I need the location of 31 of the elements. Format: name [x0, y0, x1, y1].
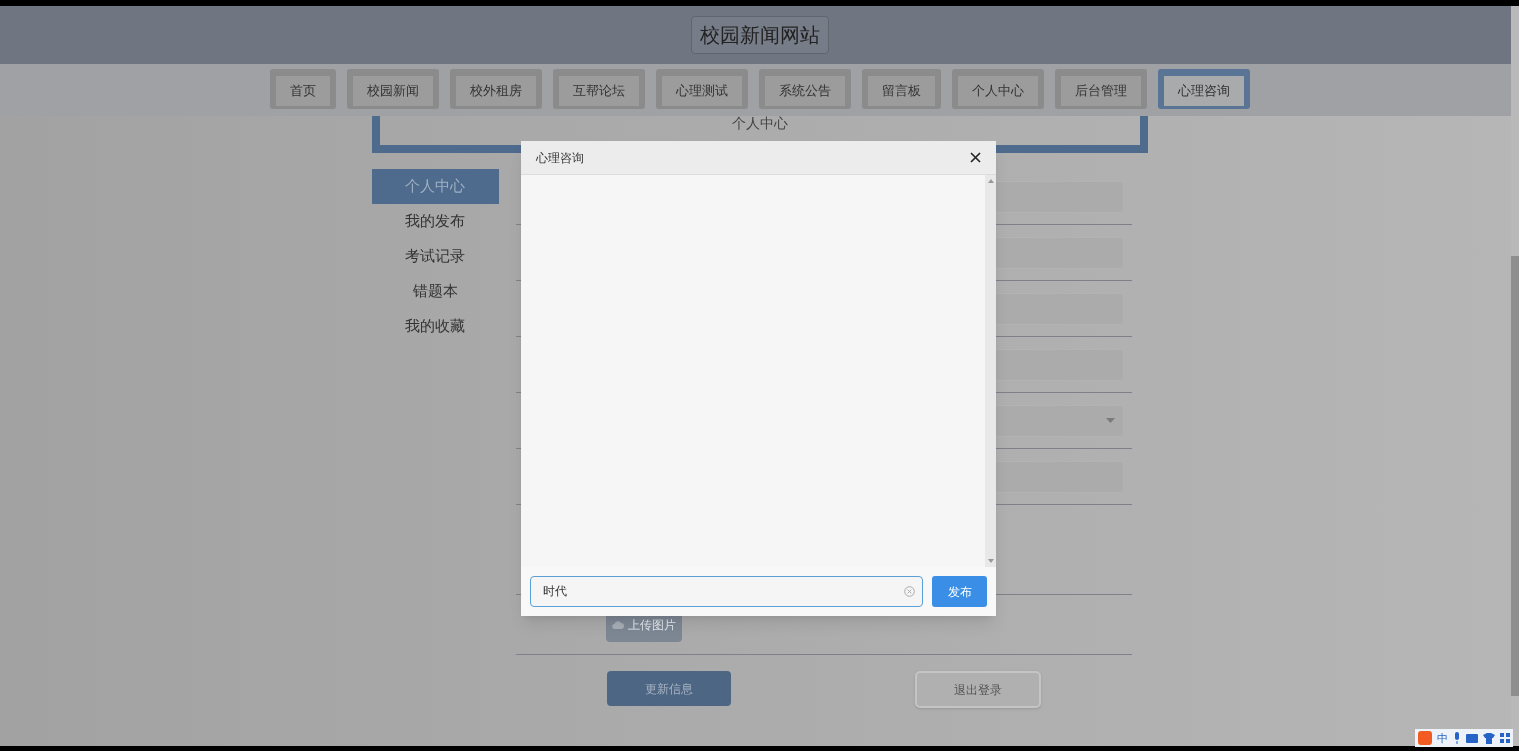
nav-tab[interactable]: 后台管理 [1054, 69, 1147, 109]
update-button[interactable]: 更新信息 [606, 671, 731, 706]
sidebar-item[interactable]: 我的发布 [371, 204, 499, 239]
clear-icon[interactable] [904, 586, 915, 597]
nav-tab[interactable]: 互帮论坛 [552, 69, 645, 109]
nav-tab[interactable]: 留言板 [861, 69, 941, 109]
nav-tab[interactable]: 个人中心 [951, 69, 1044, 109]
nav-tab[interactable]: 校外租房 [449, 69, 542, 109]
panel-title: 个人中心 [731, 116, 788, 130]
scroll-down-icon[interactable] [987, 559, 994, 563]
publish-button[interactable]: 发布 [932, 576, 987, 607]
shirt-icon [1483, 732, 1495, 744]
sidebar-item[interactable]: 我的收藏 [371, 309, 499, 344]
message-input[interactable]: 时代 [530, 576, 923, 607]
logout-button[interactable]: 退出登录 [914, 671, 1041, 708]
nav-tab[interactable]: 首页 [269, 69, 336, 109]
nav-tab[interactable]: 系统公告 [758, 69, 851, 109]
sidebar-item[interactable]: 个人中心 [371, 169, 499, 204]
dropdown-caret-icon [1105, 418, 1115, 423]
dialog-title: 心理咨询 [536, 149, 584, 167]
nav-tab[interactable]: 心理咨询 [1157, 69, 1250, 109]
cloud-upload-icon [611, 619, 624, 630]
grid-icon [1500, 733, 1510, 743]
sidebar-item[interactable]: 考试记录 [371, 239, 499, 274]
scroll-up-icon[interactable] [987, 179, 994, 183]
close-icon[interactable] [970, 152, 981, 163]
nav-tab[interactable]: 校园新闻 [346, 69, 439, 109]
ime-mode: 中 [1437, 732, 1448, 744]
sidebar-item[interactable]: 错题本 [371, 274, 499, 309]
nav-tab[interactable]: 心理测试 [655, 69, 748, 109]
site-title: 校园新闻网站 [690, 16, 829, 54]
